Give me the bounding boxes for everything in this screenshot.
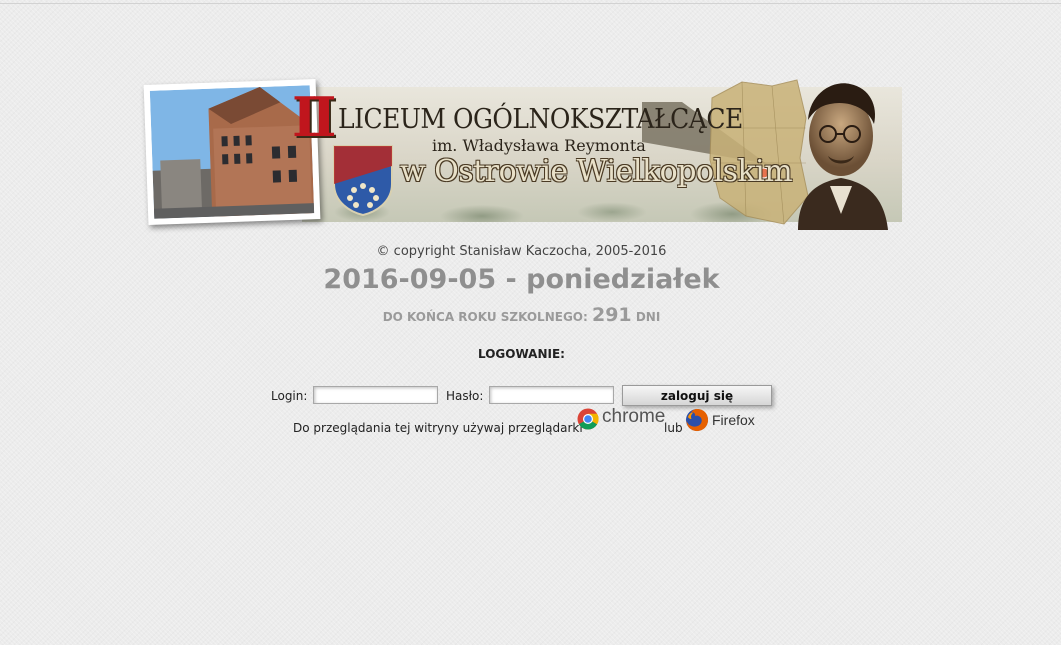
banner-title-line1: LICEUM OGÓLNOKSZTAŁCĄCE bbox=[338, 102, 743, 135]
or-text: lub bbox=[664, 421, 683, 435]
password-input[interactable] bbox=[489, 386, 614, 404]
chrome-label: chrome bbox=[602, 406, 666, 427]
login-label: Login: bbox=[271, 389, 308, 403]
coat-of-arms-icon bbox=[333, 145, 393, 216]
countdown-days: 291 bbox=[591, 304, 632, 326]
school-building-image bbox=[149, 85, 315, 219]
top-divider bbox=[0, 3, 1061, 4]
school-year-countdown: DO KOŃCA ROKU SZKOLNEGO: 291 DNI bbox=[0, 304, 1043, 326]
browser-recommendation: Do przeglądania tej witryny używaj przeg… bbox=[0, 404, 1061, 438]
login-heading: LOGOWANIE: bbox=[478, 347, 565, 361]
login-submit-button[interactable]: zaloguj się bbox=[622, 385, 772, 406]
login-input[interactable] bbox=[313, 386, 438, 404]
countdown-suffix: DNI bbox=[635, 310, 661, 324]
roman-numeral: II bbox=[292, 85, 336, 149]
reymont-portrait bbox=[798, 83, 888, 230]
password-label: Hasło: bbox=[446, 389, 484, 403]
chrome-icon bbox=[577, 408, 599, 430]
current-date: 2016-09-05 - poniedziałek bbox=[323, 264, 720, 295]
banner-title-line3: w Ostrowie Wielkopolskim bbox=[400, 154, 793, 189]
countdown-prefix: DO KOŃCA ROKU SZKOLNEGO: bbox=[382, 310, 588, 324]
banner-title-line2: im. Władysława Reymonta bbox=[432, 136, 646, 155]
firefox-label: Firefox bbox=[712, 412, 755, 428]
browser-recommendation-text: Do przeglądania tej witryny używaj przeg… bbox=[293, 421, 583, 435]
school-banner: II LICEUM OGÓLNOKSZTAŁCĄCE im. Władysław… bbox=[142, 78, 904, 230]
copyright-text: © copyright Stanisław Kaczocha, 2005-201… bbox=[376, 244, 667, 259]
firefox-icon bbox=[686, 409, 708, 431]
